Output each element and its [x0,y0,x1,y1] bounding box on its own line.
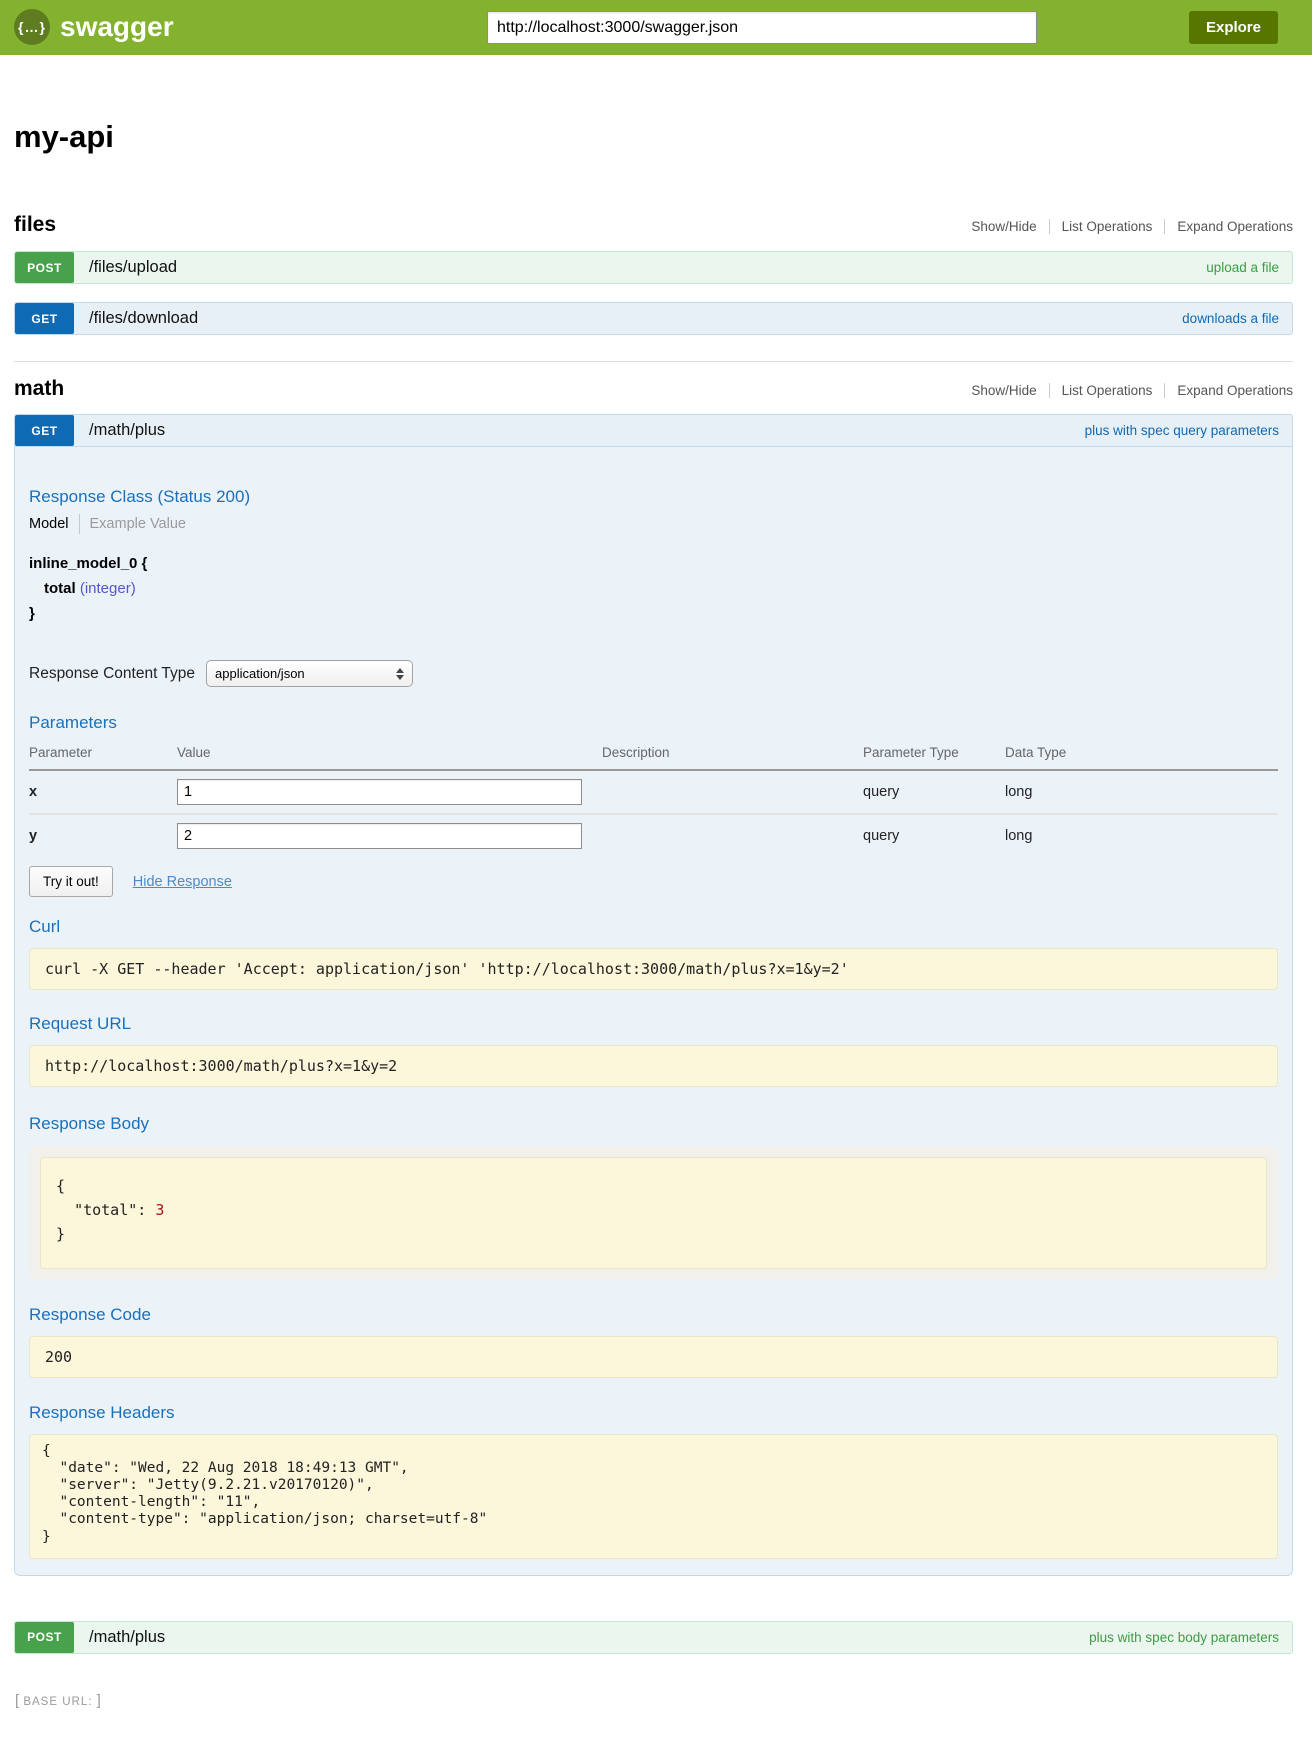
explore-button[interactable]: Explore [1189,11,1278,44]
base-url-footer: [ BASE URL: ] [14,1692,1293,1709]
response-content-type-label: Response Content Type [29,665,195,683]
parameter-x-input[interactable] [177,779,582,805]
property-type: (integer) [80,580,136,597]
resource-header-math: math Show/Hide List Operations Expand Op… [14,377,1293,401]
tab-example-value[interactable]: Example Value [90,516,186,532]
property-name: total [44,580,76,597]
api-title: my-api [14,119,1293,155]
brand-title: swagger [60,11,174,43]
try-it-out-row: Try it out! Hide Response [29,866,1278,897]
response-code-heading: Response Code [29,1305,1278,1325]
response-class-heading: Response Class (Status 200) [29,487,1278,507]
base-url-label: BASE URL: [23,1696,92,1708]
selected-content-type: application/json [215,666,305,681]
curl-command: curl -X GET --header 'Accept: applicatio… [29,948,1278,990]
resource-title-math[interactable]: math [14,377,64,401]
parameter-row-x: x query long [29,770,1278,814]
parameter-data-type: long [1005,814,1278,857]
operation-path[interactable]: /files/upload [89,258,177,277]
column-parameter-type: Parameter Type [863,739,1005,770]
model-tabs: Model Example Value [29,514,1278,534]
operation-summary[interactable]: downloads a file [1182,311,1279,326]
parameter-data-type: long [1005,770,1278,814]
parameter-y-input[interactable] [177,823,582,849]
resource-links: Show/Hide List Operations Expand Operati… [971,383,1293,398]
operation-row-get-math-plus[interactable]: GET /math/plus plus with spec query para… [14,414,1293,447]
parameter-row-y: y query long [29,814,1278,857]
parameters-header-row: Parameter Value Description Parameter Ty… [29,739,1278,770]
method-badge-get: GET [15,303,74,334]
parameter-name: x [29,770,177,814]
link-divider [1164,383,1165,398]
operation-summary[interactable]: plus with spec body parameters [1089,1630,1279,1645]
request-url-value: http://localhost:3000/math/plus?x=1&y=2 [29,1045,1278,1087]
operation-row-get-files-download[interactable]: GET /files/download downloads a file [14,302,1293,335]
model-close: } [29,601,1278,626]
spec-url-input[interactable] [487,11,1037,44]
response-headers-json: { "date": "Wed, 22 Aug 2018 18:49:13 GMT… [29,1434,1278,1559]
json-text: { "total": [56,1177,155,1219]
json-text: } [56,1225,65,1243]
parameter-type: query [863,814,1005,857]
operation-detail-panel: Response Class (Status 200) Model Exampl… [14,447,1293,1576]
column-value: Value [177,739,602,770]
parameter-description [602,770,863,814]
resource-links: Show/Hide List Operations Expand Operati… [971,219,1293,234]
json-number-value: 3 [155,1201,164,1219]
response-content-type-select[interactable]: application/json [206,660,413,687]
model-open: inline_model_0 { [29,551,1278,576]
request-url-heading: Request URL [29,1014,1278,1034]
expand-operations-link[interactable]: Expand Operations [1177,383,1293,398]
tab-model[interactable]: Model [29,516,69,532]
curl-heading: Curl [29,917,1278,937]
select-arrows-icon [396,668,404,680]
main-content: my-api files Show/Hide List Operations E… [0,119,1312,1749]
method-badge-post: POST [15,252,74,283]
column-data-type: Data Type [1005,739,1278,770]
show-hide-link[interactable]: Show/Hide [971,219,1036,234]
operation-summary[interactable]: upload a file [1206,260,1279,275]
operation-path[interactable]: /files/download [89,309,198,328]
response-headers-heading: Response Headers [29,1403,1278,1423]
link-divider [1049,383,1050,398]
header-bar: {…} swagger Explore [0,0,1312,55]
operation-path[interactable]: /math/plus [89,421,165,440]
section-divider [14,361,1293,362]
show-hide-link[interactable]: Show/Hide [971,383,1036,398]
response-body-container: { "total": 3 } [29,1146,1278,1280]
method-badge-post: POST [15,1622,74,1653]
operation-path[interactable]: /math/plus [89,1628,165,1647]
response-content-type-row: Response Content Type application/json [29,660,1278,687]
tab-divider [79,514,80,534]
parameter-name: y [29,814,177,857]
operation-summary[interactable]: plus with spec query parameters [1085,423,1279,438]
parameters-heading: Parameters [29,713,1278,733]
resource-title-files[interactable]: files [14,213,56,237]
parameter-description [602,814,863,857]
try-it-out-button[interactable]: Try it out! [29,866,113,897]
expand-operations-link[interactable]: Expand Operations [1177,219,1293,234]
link-divider [1164,219,1165,234]
column-parameter: Parameter [29,739,177,770]
link-divider [1049,219,1050,234]
parameter-type: query [863,770,1005,814]
swagger-brand[interactable]: {…} swagger [14,9,174,45]
bracket-open: [ [15,1692,19,1709]
parameters-table: Parameter Value Description Parameter Ty… [29,739,1278,857]
response-body-json: { "total": 3 } [40,1157,1267,1269]
operation-row-post-files-upload[interactable]: POST /files/upload upload a file [14,251,1293,284]
bracket-close: ] [97,1692,101,1709]
method-badge-get: GET [15,415,74,446]
column-description: Description [602,739,863,770]
operation-row-post-math-plus[interactable]: POST /math/plus plus with spec body para… [14,1621,1293,1654]
list-operations-link[interactable]: List Operations [1062,219,1153,234]
resource-header-files: files Show/Hide List Operations Expand O… [14,213,1293,237]
response-code-value: 200 [29,1336,1278,1378]
model-signature: inline_model_0 { total (integer) } [29,551,1278,626]
model-property: total (integer) [29,576,1278,601]
list-operations-link[interactable]: List Operations [1062,383,1153,398]
swagger-logo-icon: {…} [14,9,50,45]
response-body-heading: Response Body [29,1114,1278,1134]
hide-response-link[interactable]: Hide Response [133,874,232,890]
